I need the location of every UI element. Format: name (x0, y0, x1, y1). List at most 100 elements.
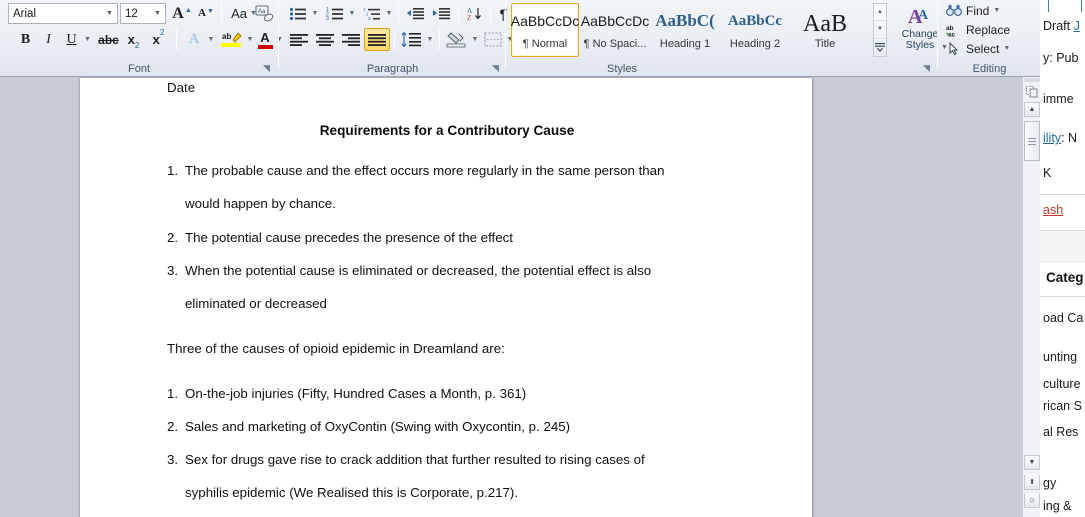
panel-category-item[interactable]: ing & (1043, 499, 1072, 513)
italic-icon: I (46, 31, 51, 47)
list-number: 2. (167, 230, 179, 245)
style-heading-2[interactable]: AaBbCc Heading 2 (721, 3, 789, 57)
clear-formatting-button[interactable]: Aa (252, 2, 276, 25)
numbering-dropdown[interactable]: ▼ (346, 2, 358, 25)
scroll-up-button[interactable]: ▲ (1024, 102, 1040, 117)
align-left-icon (290, 33, 308, 46)
strikethrough-button[interactable]: abc (96, 28, 121, 51)
font-name-combo[interactable]: Arial ▼ (8, 3, 118, 24)
panel-category-item[interactable]: gy (1043, 476, 1056, 490)
shading-dropdown[interactable]: ▼ (469, 28, 481, 51)
superscript-button[interactable]: x2 (146, 28, 171, 51)
panel-category-item[interactable]: al Res (1043, 425, 1078, 439)
select-button[interactable]: Select ▼ (945, 39, 1025, 58)
style-normal[interactable]: AaBbCcDc ¶ Normal (511, 3, 579, 57)
italic-button[interactable]: I (37, 28, 60, 51)
decrease-indent-button[interactable] (402, 2, 428, 25)
style-preview: AaB (803, 10, 847, 37)
align-center-button[interactable] (312, 28, 338, 51)
divider (458, 2, 459, 24)
scroll-down-button[interactable]: ▼ (1024, 455, 1040, 470)
styles-more-button[interactable] (874, 39, 886, 56)
underline-button[interactable]: U (60, 28, 83, 51)
browser-tab[interactable] (1048, 0, 1082, 12)
list-number: 1. (167, 163, 179, 178)
align-left-button[interactable] (286, 28, 312, 51)
panel-line-publisher: y: Pub (1043, 51, 1079, 65)
replace-icon: ab ac (946, 25, 956, 37)
group-label-styles: Styles (607, 63, 637, 75)
text-effects-dropdown[interactable]: ▼ (205, 28, 217, 51)
shading-button[interactable] (443, 28, 469, 51)
panel-line-immediate: imme (1043, 92, 1074, 106)
panel-category-item[interactable]: unting (1043, 350, 1077, 364)
style-no-spacing[interactable]: AaBbCcDc ¶ No Spaci... (581, 3, 649, 57)
panel-link[interactable]: ility (1043, 131, 1061, 145)
chevron-down-icon[interactable]: ▼ (150, 4, 165, 23)
chevron-down-icon: ▼ (207, 36, 215, 43)
increase-indent-button[interactable] (428, 2, 454, 25)
background-browser-panel[interactable]: Draft J y: Pub imme ility: N K ash Categ… (1040, 0, 1085, 517)
chevron-down-icon[interactable]: ▼ (102, 4, 117, 23)
styles-dialog-launcher[interactable]: ◥ (921, 63, 932, 74)
line-spacing-button[interactable] (398, 28, 424, 51)
list-number: 1. (167, 386, 179, 401)
font-size-value: 12 (125, 7, 138, 20)
sort-icon: A Z (467, 7, 481, 22)
decrease-indent-icon (407, 7, 424, 19)
subscript-button[interactable]: x2 (121, 28, 146, 51)
font-dialog-launcher[interactable]: ◥ (261, 63, 272, 74)
text-effects-button[interactable]: A (182, 28, 206, 51)
list-text: When the potential cause is eliminated o… (185, 263, 652, 278)
multilevel-dropdown[interactable]: ▼ (383, 2, 395, 25)
divider (439, 29, 440, 50)
panel-category-item[interactable]: culture (1043, 377, 1081, 391)
divider (221, 2, 222, 24)
shrink-font-button[interactable]: A ▼ (194, 2, 218, 25)
styles-scroll-down-button[interactable]: ▼ (874, 21, 886, 39)
replace-button[interactable]: ab ac Replace (945, 20, 1025, 39)
chevron-down-icon[interactable]: ▼ (993, 7, 1000, 14)
doc-list-continuation: eliminated or decreased (185, 296, 327, 311)
panel-category-item[interactable]: rican S (1043, 399, 1082, 413)
chevron-down-icon[interactable]: ▼ (1003, 45, 1010, 52)
browse-object-icon[interactable] (1024, 84, 1040, 100)
svg-text:Z: Z (467, 14, 471, 22)
vertical-scrollbar[interactable]: ▲ ▼ ⬆ ○ (1022, 77, 1040, 517)
doc-list-item: 2. The potential cause precedes the pres… (167, 230, 727, 245)
doc-list-continuation: would happen by chance. (185, 196, 336, 211)
grow-font-button[interactable]: A ▲ (170, 2, 194, 25)
bold-button[interactable]: B (14, 28, 37, 51)
thumb-grip-line (1028, 143, 1036, 145)
superscript-icon: x (152, 32, 160, 47)
select-label: Select (966, 41, 1000, 56)
styles-scroll-up-button[interactable]: ▲ (874, 4, 886, 22)
bullets-button[interactable] (286, 2, 309, 25)
previous-page-button[interactable]: ⬆ (1024, 475, 1040, 490)
styles-gallery-scroll[interactable]: ▲ ▼ (873, 3, 887, 57)
numbering-button[interactable]: 1 2 3 (323, 2, 346, 25)
borders-button[interactable] (481, 28, 505, 51)
chevron-down-icon: ▼ (246, 36, 254, 43)
style-title[interactable]: AaB Title (791, 3, 859, 57)
multilevel-list-button[interactable]: 1 2 3 (360, 2, 383, 25)
sort-button[interactable]: A Z (462, 2, 488, 25)
text-highlight-button[interactable]: ab (218, 28, 244, 51)
bullets-dropdown[interactable]: ▼ (309, 2, 321, 25)
line-spacing-dropdown[interactable]: ▼ (424, 28, 436, 51)
document-page[interactable]: Date Requirements for a Contributory Cau… (80, 78, 812, 517)
panel-link[interactable]: J (1074, 19, 1080, 33)
underline-dropdown[interactable]: ▼ (81, 28, 94, 51)
style-heading-1[interactable]: AaBbC( Heading 1 (651, 3, 719, 57)
find-button[interactable]: Find ▼ (945, 1, 1017, 20)
select-browse-object-button[interactable]: ○ (1024, 493, 1040, 508)
style-label: Heading 1 (659, 37, 711, 50)
scrollbar-thumb[interactable] (1024, 121, 1040, 161)
align-right-button[interactable] (338, 28, 364, 51)
font-color-button[interactable]: A (254, 28, 276, 51)
document-canvas[interactable]: Date Requirements for a Contributory Cau… (0, 77, 1022, 517)
font-size-combo[interactable]: 12 ▼ (120, 3, 166, 24)
justify-button[interactable] (364, 28, 390, 51)
style-label: ¶ No Spaci... (583, 37, 647, 50)
panel-link-cash[interactable]: ash (1043, 203, 1063, 217)
